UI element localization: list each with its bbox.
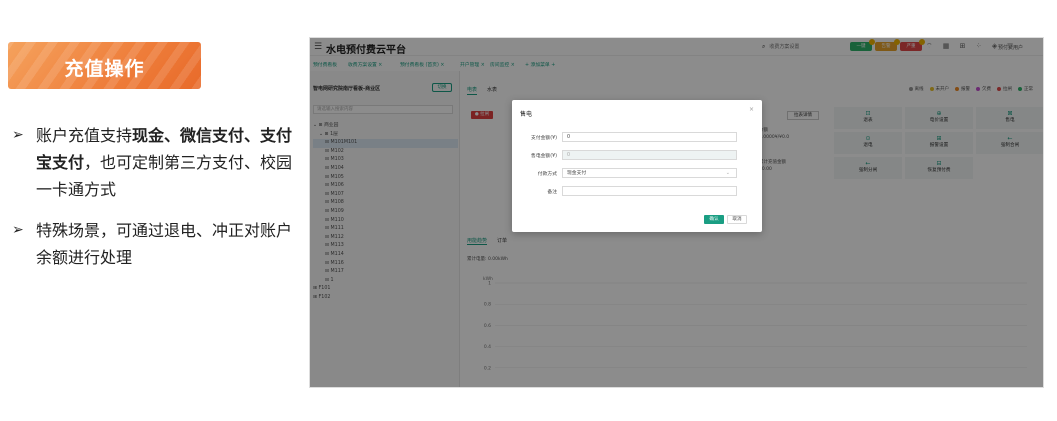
bullet-item: ➢ 账户充值支持现金、微信支付、支付宝支付，也可定制第三方支付、校园一卡通方式 (12, 122, 304, 203)
field-value: 现金支付 (567, 171, 587, 176)
field-input[interactable] (562, 186, 737, 196)
app-screenshot: ☰ 水电预付费云平台 ⌕ 收费方案设置 一键 告警 严重 ⌔ ▦ ⊞ ⁘ ◈ ▽ 预付… (309, 37, 1044, 388)
chevron-down-icon: ⌄ (725, 170, 730, 176)
form-row: 支付金额(¥) 0 (512, 132, 762, 142)
bullet-text: 账户充值支持 (36, 126, 133, 145)
field-value: 0 (567, 153, 571, 158)
arrow-icon: ➢ (12, 127, 24, 143)
confirm-button[interactable]: 确认 (704, 215, 724, 224)
form-row: 备注 (512, 186, 762, 196)
form-row: 付款方式 现金支付 ⌄ (512, 168, 762, 178)
sell-electricity-dialog: 售电 × 支付金额(¥) 0 售电金额(¥) 0 付款方式 现金支付 ⌄ 备注 确认 取消 (512, 100, 762, 232)
payment-method-select[interactable]: 现金支付 ⌄ (562, 168, 737, 178)
field-input[interactable]: 0 (562, 132, 737, 142)
form-row: 售电金额(¥) 0 (512, 150, 762, 160)
slide-title-banner: 充值操作 (8, 42, 201, 89)
dialog-title: 售电 (520, 111, 533, 118)
field-input: 0 (562, 150, 737, 160)
slide-title: 充值操作 (64, 58, 145, 80)
field-label: 备注 (547, 190, 557, 195)
arrow-icon: ➢ (12, 222, 24, 238)
field-value: 0 (567, 135, 571, 140)
field-label: 售电金额(¥) (531, 154, 557, 159)
field-label: 支付金额(¥) (531, 136, 557, 141)
field-label: 付款方式 (537, 172, 557, 177)
close-icon[interactable]: × (749, 106, 754, 113)
bullet-list: ➢ 账户充值支持现金、微信支付、支付宝支付，也可定制第三方支付、校园一卡通方式 ➢ 特… (12, 122, 304, 285)
cancel-button[interactable]: 取消 (727, 215, 747, 224)
bullet-item: ➢ 特殊场景，可通过退电、冲正对账户余额进行处理 (12, 217, 304, 271)
bullet-text: 特殊场景，可通过退电、冲正对账户余额进行处理 (36, 221, 293, 267)
